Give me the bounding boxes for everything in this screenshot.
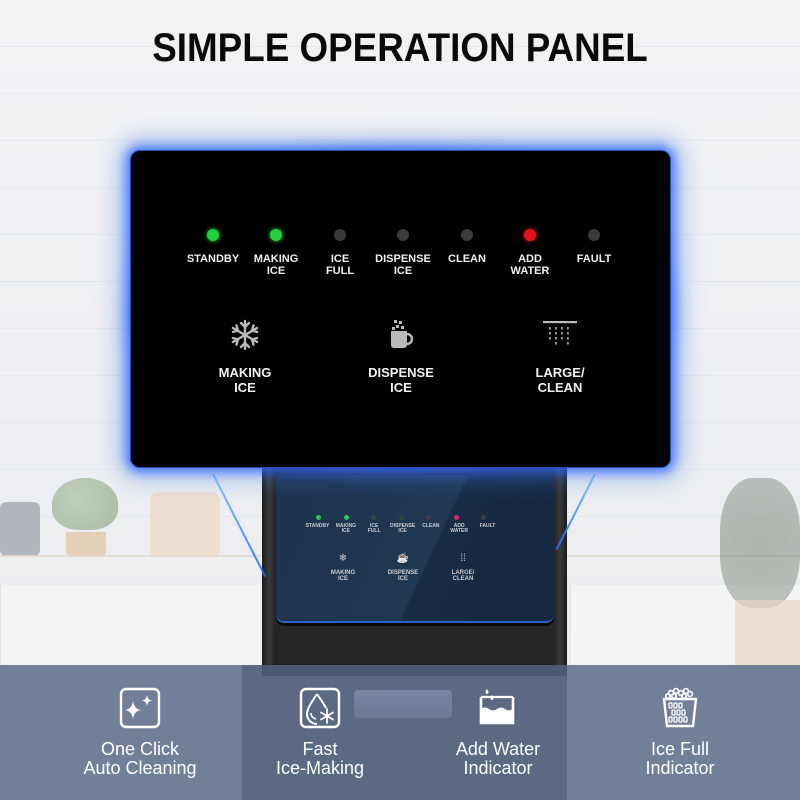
- mini-button-label: DISPENSE ICE: [387, 570, 419, 582]
- dispense-ice-button[interactable]: DISPENSE ICE: [346, 317, 456, 395]
- led-ice-full: [334, 229, 346, 241]
- machine-edge-left: [262, 466, 276, 676]
- feature-label: One Click Auto Cleaning: [83, 739, 197, 778]
- feature-label: Ice Full Indicator: [645, 739, 715, 778]
- ice-bucket-icon: [662, 687, 698, 728]
- led-dispense-ice: [397, 229, 409, 241]
- plant-left: [52, 478, 118, 530]
- mini-led-making-ice: [343, 515, 349, 520]
- ice-cup-icon: ☕: [396, 553, 410, 564]
- mini-led-row: [316, 515, 486, 520]
- mini-led-standby: [316, 515, 321, 520]
- mini-label: CLEAN: [422, 523, 440, 529]
- ice-cup-icon: [391, 320, 414, 348]
- feature-bar: One Click Auto Cleaning Fast Ice-Making …: [0, 665, 800, 800]
- mini-led-fault: [481, 515, 486, 520]
- cutting-board: [150, 492, 220, 558]
- mini-led-add-water: [453, 515, 459, 520]
- mini-label-row: STANDBY MAKING ICE ICE FULL DISPENSE ICE…: [305, 524, 500, 534]
- feature-ice-full-indicator: Ice Full Indicator: [567, 665, 800, 800]
- feature-label: Fast Ice-Making: [275, 739, 365, 778]
- large-clean-button[interactable]: LARGE/ CLEAN: [505, 317, 615, 395]
- mini-dispense-ice-button[interactable]: ☕ DISPENSE ICE: [378, 552, 428, 582]
- button-label: DISPENSE ICE: [368, 365, 434, 395]
- plant-right: [720, 478, 800, 608]
- jar-decor: [0, 502, 40, 556]
- mini-label: ICE FULL: [367, 523, 381, 534]
- sparkle-icon: [119, 687, 161, 729]
- feature-add-water-indicator: Add Water Indicator: [400, 665, 567, 800]
- mini-button-label: MAKING ICE: [330, 570, 356, 582]
- water-drop-snowflake-icon: [299, 687, 341, 729]
- led-making-ice: [270, 229, 282, 241]
- mini-label: STANDBY: [305, 523, 330, 529]
- indicator-label-fault: FAULT: [576, 253, 612, 265]
- mini-led-ice-full: [371, 515, 376, 520]
- mini-label: MAKING ICE: [335, 523, 356, 534]
- mini-making-ice-button[interactable]: ❄ MAKING ICE: [318, 552, 368, 582]
- mini-button-row: ❄ MAKING ICE ☕ DISPENSE ICE ⁞⁞ LARGE/ CL…: [318, 552, 488, 582]
- pot-right: [735, 600, 800, 666]
- button-label: LARGE/ CLEAN: [535, 365, 585, 395]
- shower-clean-icon: ⁞⁞: [460, 553, 466, 564]
- cabinet-left: [0, 585, 260, 665]
- button-label: MAKING ICE: [218, 365, 272, 395]
- shower-clean-icon: [543, 321, 577, 345]
- led-standby: [207, 229, 219, 241]
- mini-label: DISPENSE ICE: [389, 523, 416, 534]
- mini-button-label: LARGE/ CLEAN: [451, 570, 475, 582]
- led-clean: [461, 229, 473, 241]
- page-title: SIMPLE OPERATION PANEL: [152, 26, 648, 70]
- snowflake-icon: ❄: [338, 553, 348, 564]
- mini-large-clean-button[interactable]: ⁞⁞ LARGE/ CLEAN: [438, 552, 488, 582]
- mini-label: ADD WATER: [450, 523, 468, 534]
- machine-edge-right: [553, 466, 567, 676]
- water-tank-icon: [479, 689, 515, 725]
- led-fault: [588, 229, 600, 241]
- led-add-water: [524, 229, 536, 241]
- feature-auto-cleaning: One Click Auto Cleaning: [0, 665, 242, 800]
- mini-label: FAULT: [479, 523, 496, 529]
- mini-led-dispense-ice: [398, 515, 404, 520]
- operation-panel: STANDBY MAKING ICE ICE FULL DISPENSE ICE…: [130, 150, 671, 468]
- machine-control-panel: STANDBY MAKING ICE ICE FULL DISPENSE ICE…: [276, 475, 554, 623]
- mini-led-clean: [426, 515, 431, 520]
- dispense-tray: [354, 690, 452, 718]
- feature-fast-ice-making: Fast Ice-Making: [242, 665, 400, 800]
- making-ice-button[interactable]: MAKING ICE: [190, 317, 300, 395]
- snowflake-icon: [231, 319, 259, 351]
